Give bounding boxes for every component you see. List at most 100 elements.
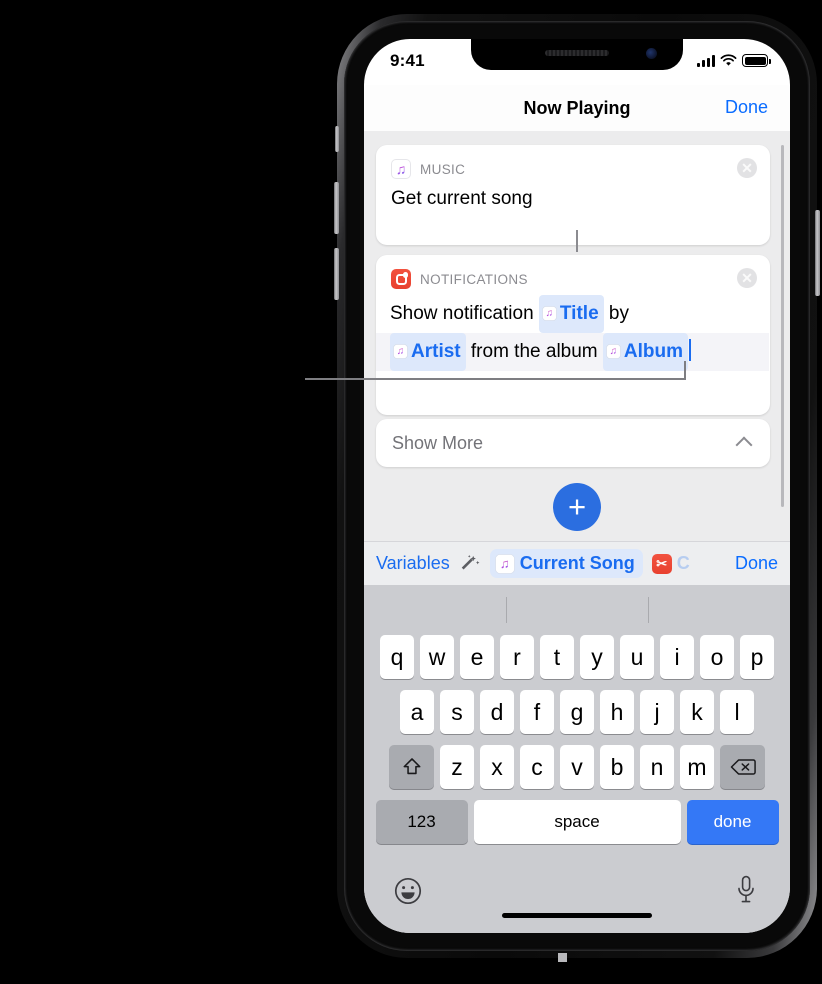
keyboard-row-1: qwertyuiop	[364, 635, 790, 679]
close-circle-icon[interactable]: ✕	[737, 158, 757, 178]
keyboard-bottom-bar	[364, 867, 790, 933]
key-h[interactable]: h	[600, 690, 634, 734]
key-l[interactable]: l	[720, 690, 754, 734]
variable-token-artist[interactable]: Artist	[390, 333, 466, 372]
shift-key[interactable]	[389, 745, 434, 789]
key-a[interactable]: a	[400, 690, 434, 734]
predictive-text-bar[interactable]	[364, 585, 790, 633]
variables-toolbar[interactable]: Variables Current Song ✂ C Done	[364, 541, 790, 585]
card-header: NOTIFICATIONS	[376, 255, 770, 289]
key-b[interactable]: b	[600, 745, 634, 789]
notif-suffix-text: by	[603, 303, 629, 324]
key-e[interactable]: e	[460, 635, 494, 679]
earpiece-speaker-icon	[545, 50, 609, 56]
key-s[interactable]: s	[440, 690, 474, 734]
music-app-icon: ♫	[391, 159, 411, 179]
key-r[interactable]: r	[500, 635, 534, 679]
music-note-icon	[494, 553, 515, 574]
frame-seam	[557, 953, 567, 962]
key-k[interactable]: k	[680, 690, 714, 734]
vertical-scrollbar[interactable]	[780, 145, 784, 507]
key-u[interactable]: u	[620, 635, 654, 679]
variable-token-album[interactable]: Album	[602, 333, 689, 372]
notif-prefix-text: Show notification	[390, 303, 539, 324]
card-header: ♫ MUSIC	[376, 145, 770, 179]
key-j[interactable]: j	[640, 690, 674, 734]
silent-switch[interactable]	[335, 126, 339, 152]
music-note-icon	[393, 344, 408, 360]
shift-arrow-icon	[403, 758, 420, 775]
predictive-divider	[506, 597, 507, 623]
key-w[interactable]: w	[420, 635, 454, 679]
notification-text-field[interactable]: Show notification Title by Artist from t…	[376, 289, 770, 372]
magic-wand-icon[interactable]	[459, 553, 481, 575]
action-connector-line	[576, 230, 578, 252]
key-x[interactable]: x	[480, 745, 514, 789]
key-d[interactable]: d	[480, 690, 514, 734]
scissors-icon: ✂	[651, 553, 672, 574]
variables-label[interactable]: Variables	[376, 553, 450, 574]
key-v[interactable]: v	[560, 745, 594, 789]
backspace-icon	[730, 759, 756, 775]
nav-done-button[interactable]: Done	[725, 97, 768, 118]
token-label: Artist	[411, 341, 461, 363]
action-card-notifications[interactable]: NOTIFICATIONS ✕ Show notification Title …	[376, 255, 770, 415]
variable-token-title[interactable]: Title	[538, 295, 604, 334]
callout-line-horizontal	[305, 378, 686, 380]
wifi-icon	[720, 54, 737, 66]
numbers-key[interactable]: 123	[375, 800, 468, 844]
battery-icon	[742, 54, 771, 67]
front-camera-icon	[646, 48, 657, 59]
page-title: Now Playing	[523, 97, 631, 118]
key-n[interactable]: n	[640, 745, 674, 789]
key-p[interactable]: p	[740, 635, 774, 679]
key-z[interactable]: z	[440, 745, 474, 789]
token-label: Title	[559, 303, 599, 324]
variable-chip-truncated[interactable]: ✂ C	[651, 549, 698, 578]
variable-chip-current-song[interactable]: Current Song	[489, 549, 643, 578]
key-i[interactable]: i	[660, 635, 694, 679]
token-label: Album	[623, 341, 684, 363]
key-m[interactable]: m	[680, 745, 714, 789]
microphone-icon[interactable]	[736, 875, 756, 905]
action-title: Get current song	[391, 188, 533, 209]
card-category-label: NOTIFICATIONS	[420, 271, 528, 287]
volume-down-button[interactable]	[334, 248, 339, 300]
show-more-label: Show More	[392, 432, 484, 453]
chevron-up-icon[interactable]	[735, 436, 753, 454]
chip-label: Current Song	[519, 553, 635, 573]
key-f[interactable]: f	[520, 690, 554, 734]
add-action-button[interactable]: +	[553, 483, 601, 531]
notification-line-1: Show notification Title by	[390, 295, 755, 334]
key-g[interactable]: g	[560, 690, 594, 734]
keyboard-letters-row-3: zxcvbnm	[440, 745, 714, 789]
music-note-icon	[541, 306, 557, 321]
power-button[interactable]	[815, 210, 820, 296]
action-card-music[interactable]: ♫ MUSIC ✕ Get current song	[376, 145, 770, 245]
keyboard-done-button[interactable]: Done	[731, 553, 778, 574]
volume-up-button[interactable]	[334, 182, 339, 234]
callout-line-vertical	[684, 361, 686, 379]
space-key[interactable]: space	[473, 800, 681, 844]
keyboard-row-4: 123 space done	[364, 800, 790, 844]
shortcut-actions-list[interactable]: ♫ MUSIC ✕ Get current song NOTIFICATIONS…	[364, 131, 790, 585]
music-note-icon	[605, 344, 621, 360]
key-c[interactable]: c	[520, 745, 554, 789]
device-screen: 9:41 Now Playing Done ♫ MUSIC ✕ Get curr…	[364, 39, 790, 933]
backspace-key[interactable]	[720, 745, 765, 789]
iphone-device-frame: 9:41 Now Playing Done ♫ MUSIC ✕ Get curr…	[334, 14, 820, 962]
home-indicator[interactable]	[502, 913, 652, 918]
key-y[interactable]: y	[580, 635, 614, 679]
key-t[interactable]: t	[540, 635, 574, 679]
show-more-row[interactable]: Show More	[376, 419, 770, 467]
onscreen-keyboard[interactable]: qwertyuiop asdfghjkl zxcvbnm 123 space d…	[364, 585, 790, 933]
keyboard-row-2: asdfghjkl	[364, 690, 790, 734]
card-category-label: MUSIC	[420, 161, 466, 177]
key-q[interactable]: q	[380, 635, 414, 679]
emoji-smiley-icon[interactable]	[394, 877, 422, 905]
return-done-key[interactable]: done	[686, 800, 779, 844]
close-circle-icon[interactable]: ✕	[737, 268, 757, 288]
notification-line-2: Artist from the album Album	[376, 333, 769, 372]
notch	[471, 39, 683, 70]
key-o[interactable]: o	[700, 635, 734, 679]
